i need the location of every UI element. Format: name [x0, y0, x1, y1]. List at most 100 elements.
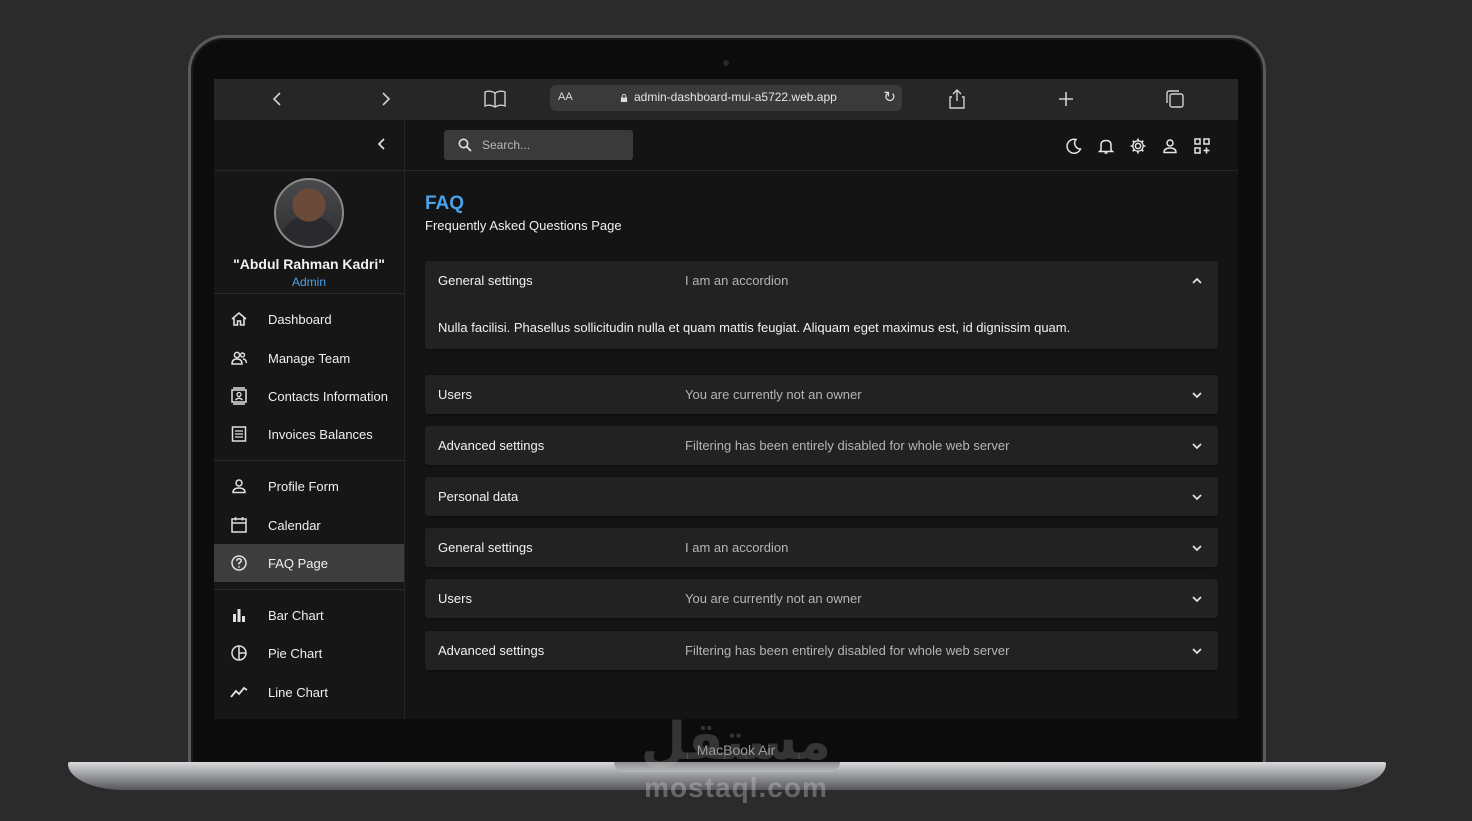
accordion-header[interactable]: Users You are currently not an owner	[425, 375, 1218, 414]
contacts-icon	[231, 387, 247, 405]
search-input[interactable]	[482, 130, 622, 160]
reload-icon[interactable]: ↻	[883, 88, 896, 106]
sidebar-item-label: Invoices Balances	[268, 426, 373, 442]
sidebar-item-label: Profile Form	[268, 478, 339, 494]
chevron-left-icon[interactable]	[374, 136, 390, 152]
person-icon[interactable]	[1161, 137, 1179, 155]
sidebar-item-label: Calendar	[268, 517, 321, 533]
divider	[214, 460, 404, 461]
accordion-subtitle: I am an accordion	[685, 273, 789, 288]
accordion-title: Personal data	[438, 489, 519, 504]
faq-accordion[interactable]: General settings I am an accordion	[425, 528, 1218, 567]
share-icon[interactable]	[945, 87, 969, 111]
accordion-header[interactable]: Personal data	[425, 477, 1218, 516]
accordion-title: Advanced settings	[438, 438, 545, 453]
back-icon[interactable]	[265, 87, 289, 111]
topbar	[405, 120, 1238, 171]
accordion-header[interactable]: Advanced settings Filtering has been ent…	[425, 426, 1218, 465]
sidebar-item-profile-form[interactable]: Profile Form	[214, 467, 404, 505]
sidebar: "Abdul Rahman Kadri" Admin Dashboard Man…	[214, 120, 405, 719]
divider	[214, 293, 404, 294]
person-icon	[232, 479, 246, 494]
sidebar-header	[214, 120, 404, 171]
sidebar-item-calendar[interactable]: Calendar	[214, 506, 404, 544]
bar-chart-icon	[233, 609, 245, 622]
sidebar-item-label: Line Chart	[268, 684, 328, 700]
sidebar-item-label: Bar Chart	[268, 607, 324, 623]
accordion-title: Users	[438, 591, 472, 606]
sidebar-item-pie-chart[interactable]: Pie Chart	[214, 634, 404, 672]
sidebar-item-dashboard[interactable]: Dashboard	[214, 300, 404, 338]
gear-icon[interactable]	[1129, 137, 1147, 155]
sidebar-item-label: Contacts Information	[268, 388, 388, 404]
accordion-body: Nulla facilisi. Phasellus sollicitudin n…	[438, 320, 1071, 335]
chevron-down-icon[interactable]	[1190, 592, 1204, 606]
divider	[214, 589, 404, 590]
lock-icon	[620, 94, 628, 102]
device-label: MacBook Air	[696, 742, 776, 758]
search-icon[interactable]	[458, 138, 472, 152]
page-title: FAQ	[425, 193, 465, 214]
url-text: admin-dashboard-mui-a5722.web.app	[634, 90, 837, 104]
user-role: Admin	[291, 275, 326, 289]
forward-icon[interactable]	[374, 87, 398, 111]
accordion-header[interactable]: General settings I am an accordion	[425, 261, 1218, 300]
sidebar-item-label: FAQ Page	[268, 555, 328, 571]
new-tab-icon[interactable]	[1054, 87, 1078, 111]
accordion-title: Advanced settings	[438, 643, 545, 658]
chevron-down-icon[interactable]	[1190, 388, 1204, 402]
main-content: FAQ Frequently Asked Questions Page Gene…	[405, 172, 1238, 719]
chevron-down-icon[interactable]	[1190, 541, 1204, 555]
faq-accordion[interactable]: Advanced settings Filtering has been ent…	[425, 426, 1218, 465]
address-bar[interactable]: AA admin-dashboard-mui-a5722.web.app ↻	[550, 85, 902, 111]
accordion-header[interactable]: Advanced settings Filtering has been ent…	[425, 631, 1218, 670]
chevron-down-icon[interactable]	[1190, 644, 1204, 658]
sidebar-item-contacts[interactable]: Contacts Information	[214, 377, 404, 415]
people-icon	[231, 351, 248, 365]
faq-accordion[interactable]: Users You are currently not an owner	[425, 375, 1218, 414]
sidebar-item-label: Manage Team	[268, 350, 351, 366]
accordion-title: General settings	[438, 540, 533, 555]
faq-accordion[interactable]: Users You are currently not an owner	[425, 579, 1218, 618]
sidebar-item-faq[interactable]: FAQ Page	[214, 544, 404, 582]
accordion-header[interactable]: Users You are currently not an owner	[425, 579, 1218, 618]
line-chart-icon	[230, 686, 248, 698]
user-profile: "Abdul Rahman Kadri" Admin	[214, 178, 404, 289]
watermark: mostaql.com	[644, 772, 828, 803]
faq-accordion[interactable]: General settings I am an accordion Nulla…	[425, 261, 1218, 349]
chevron-down-icon[interactable]	[1190, 490, 1204, 504]
sidebar-item-manage-team[interactable]: Manage Team	[214, 339, 404, 377]
faq-accordion[interactable]: Advanced settings Filtering has been ent…	[425, 631, 1218, 670]
tabs-icon[interactable]	[1163, 87, 1187, 111]
chevron-down-icon[interactable]	[1190, 439, 1204, 453]
sidebar-item-invoices[interactable]: Invoices Balances	[214, 415, 404, 453]
help-icon	[231, 555, 247, 571]
accordion-subtitle: I am an accordion	[685, 540, 789, 555]
chevron-up-icon[interactable]	[1190, 274, 1204, 288]
accordion-title: General settings	[438, 273, 533, 288]
accordion-subtitle: You are currently not an owner	[685, 591, 862, 606]
accordion-title: Users	[438, 387, 472, 402]
accordion-subtitle: You are currently not an owner	[685, 387, 862, 402]
bell-icon[interactable]	[1097, 137, 1115, 155]
apps-add-icon[interactable]	[1193, 137, 1211, 155]
sidebar-item-label: Pie Chart	[268, 645, 323, 661]
accordion-subtitle: Filtering has been entirely disabled for…	[685, 643, 1010, 658]
search-box[interactable]	[444, 130, 633, 160]
dark-mode-icon[interactable]	[1065, 137, 1083, 155]
text-size-button[interactable]: AA	[558, 91, 573, 103]
browser-toolbar: AA admin-dashboard-mui-a5722.web.app ↻	[214, 79, 1238, 120]
receipt-icon	[231, 426, 247, 442]
user-name: "Abdul Rahman Kadri"	[233, 256, 385, 272]
accordion-subtitle: Filtering has been entirely disabled for…	[685, 438, 1010, 453]
screen: AA admin-dashboard-mui-a5722.web.app ↻ "…	[214, 79, 1238, 719]
avatar[interactable]	[274, 178, 344, 248]
bookmarks-icon[interactable]	[483, 87, 507, 111]
calendar-icon	[231, 517, 247, 533]
page-subtitle: Frequently Asked Questions Page	[425, 218, 622, 233]
accordion-header[interactable]: General settings I am an accordion	[425, 528, 1218, 567]
sidebar-item-bar-chart[interactable]: Bar Chart	[214, 596, 404, 634]
sidebar-item-line-chart[interactable]: Line Chart	[214, 673, 404, 711]
sidebar-item-label: Dashboard	[268, 311, 332, 327]
faq-accordion[interactable]: Personal data	[425, 477, 1218, 516]
